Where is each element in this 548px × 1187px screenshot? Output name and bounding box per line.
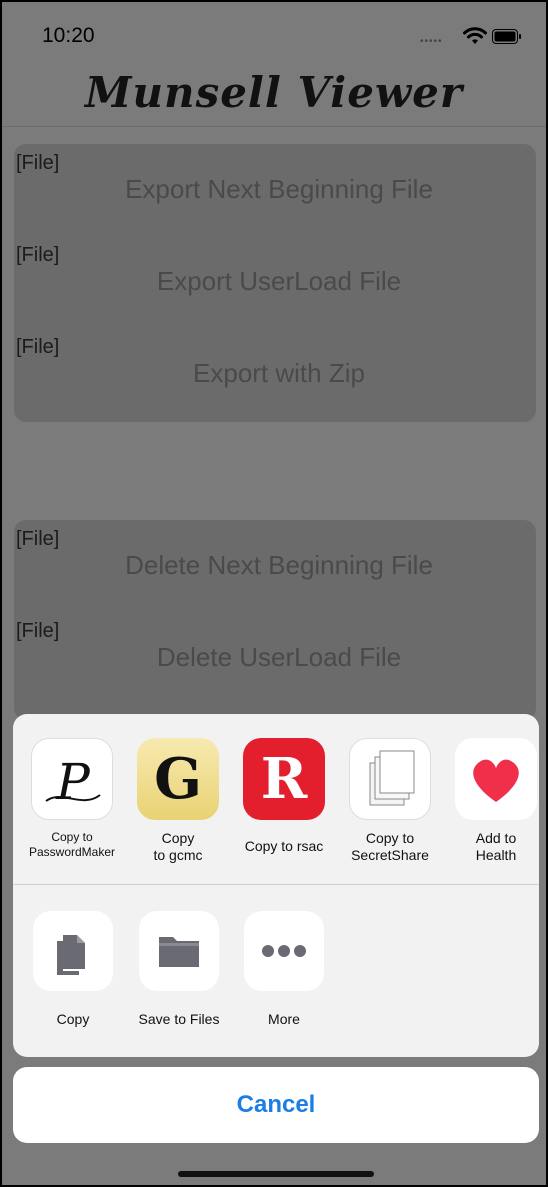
copy-icon	[33, 911, 113, 991]
gcmc-icon: G	[137, 738, 219, 820]
nav-divider	[2, 126, 546, 127]
copy-to-rsac-button[interactable]: R Copy to rsac	[234, 738, 334, 855]
more-button[interactable]: More	[234, 911, 334, 1027]
wifi-icon	[463, 27, 487, 44]
export-userload-row[interactable]: [File] Export UserLoad File	[14, 236, 536, 328]
delete-userload-row[interactable]: [File] Delete UserLoad File	[14, 612, 536, 704]
export-group: [File] Export Next Beginning File [File]…	[14, 144, 536, 422]
svg-text:P: P	[55, 753, 91, 811]
app-title: Munsell Viewer	[85, 68, 463, 117]
share-action-row: Copy Save to Files More	[13, 885, 539, 1057]
save-to-files-button[interactable]: Save to Files	[129, 911, 229, 1027]
action-label: Copy	[56, 1011, 90, 1027]
copy-to-gcmc-button[interactable]: G Copy to gcmc	[128, 738, 228, 864]
file-tag: [File]	[16, 528, 60, 550]
app-label: Copy to SecretShare	[351, 830, 429, 863]
file-tag: [File]	[16, 336, 60, 358]
export-userload-label: Export UserLoad File	[156, 266, 402, 296]
action-label: Save to Files	[138, 1011, 220, 1027]
delete-userload-label: Delete UserLoad File	[156, 642, 402, 672]
folder-icon	[139, 911, 219, 991]
passwordmaker-icon: P	[31, 738, 113, 820]
export-next-beginning-label: Export Next Beginning File	[125, 174, 433, 204]
action-label: More	[268, 1011, 300, 1027]
app-label: Add to Health	[475, 830, 517, 863]
copy-to-passwordmaker-button[interactable]: P Copy to PasswordMaker	[22, 738, 122, 860]
battery-icon	[492, 29, 521, 44]
copy-button[interactable]: Copy	[23, 911, 123, 1027]
app-label: Copy to gcmc	[153, 830, 203, 863]
export-next-beginning-row[interactable]: [File] Export Next Beginning File	[14, 144, 536, 236]
share-sheet: P Copy to PasswordMaker G Copy to gcmc R…	[13, 714, 539, 1057]
more-icon	[244, 911, 324, 991]
app-label: Copy to PasswordMaker	[28, 830, 116, 859]
status-bar: 10:20 •••••	[2, 2, 546, 62]
status-time: 10:20	[42, 24, 95, 47]
cancel-button[interactable]: Cancel	[13, 1067, 539, 1143]
delete-group: [File] Delete Next Beginning File [File]…	[14, 520, 536, 720]
delete-next-beginning-row[interactable]: [File] Delete Next Beginning File	[14, 520, 536, 612]
add-to-health-button[interactable]: Add to Health	[446, 738, 539, 864]
share-app-row: P Copy to PasswordMaker G Copy to gcmc R…	[13, 714, 539, 884]
export-zip-label: Export with Zip	[193, 358, 365, 388]
file-tag: [File]	[16, 244, 60, 266]
rsac-icon: R	[243, 738, 325, 820]
delete-next-beginning-label: Delete Next Beginning File	[125, 550, 433, 580]
home-indicator[interactable]	[178, 1171, 374, 1177]
health-icon	[455, 738, 537, 820]
copy-to-secretshare-button[interactable]: Copy to SecretShare	[340, 738, 440, 864]
cellular-signal-icon: •••••	[420, 36, 443, 47]
secretshare-icon	[349, 738, 431, 820]
app-label: Copy to rsac	[244, 838, 324, 854]
export-zip-row[interactable]: [File] Export with Zip	[14, 328, 536, 420]
file-tag: [File]	[16, 152, 60, 174]
file-tag: [File]	[16, 620, 60, 642]
